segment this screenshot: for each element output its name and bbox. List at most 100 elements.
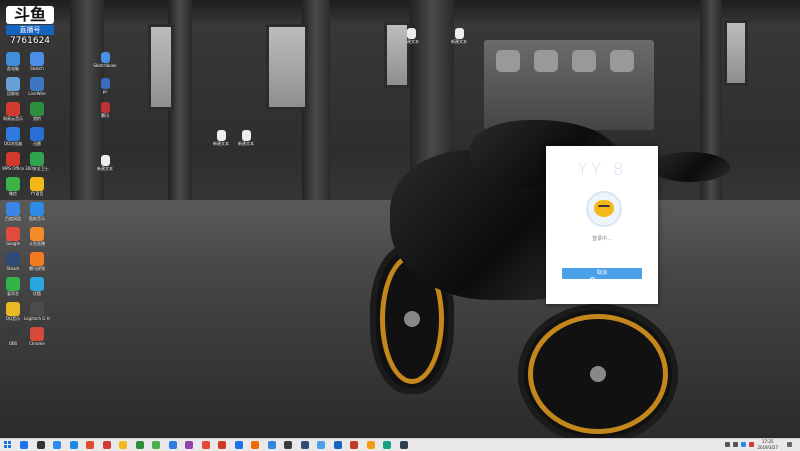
taskbar-app-icon[interactable] [333,441,342,449]
app-icon [30,202,44,216]
desktop-icon[interactable]: QQ音乐 [0,302,26,321]
taskbar-app-icon[interactable] [300,441,309,449]
app-icon [30,277,44,291]
desktop-icon[interactable]: Logitech G HUB [24,302,50,321]
taskbar-app-icon[interactable] [119,441,127,449]
taskbar-app-icon[interactable] [218,441,226,449]
desktop-icon[interactable]: 优酷 [24,277,50,296]
desktop-icon[interactable]: 猎豹 [24,102,50,121]
app-icon [30,102,44,116]
desktop-icon[interactable]: OBS [0,327,26,346]
taskbar-app-icon[interactable] [69,441,78,449]
cancel-login-button[interactable]: 取消 [562,268,642,279]
taskbar-app-icon[interactable] [152,441,160,449]
taskbar-clock[interactable]: 17:25 2019/3/27 [757,439,778,450]
desktop-icon[interactable]: 腾讯 [92,102,118,118]
desktop-icon[interactable]: ps [92,78,118,94]
desktop-icon-label: WPS Office [2,166,24,171]
desktop-icon-label: Google [5,241,21,246]
taskbar-app-icon[interactable] [102,441,111,449]
desktop-icon[interactable]: 斗鱼直播 [24,227,50,246]
mouse-cursor-icon [589,277,596,286]
desktop-icon[interactable]: 回收站 [0,77,26,96]
desktop-icon[interactable]: WPS Office [0,152,26,171]
desktop-icon[interactable]: 新建文本 [446,28,472,44]
desktop-icon[interactable]: 新建文本 [92,155,118,171]
taskbar-app-icon[interactable] [251,441,259,449]
desktop-icon-label: Sketchbook [93,63,117,68]
taskbar-app-icon[interactable] [317,441,325,449]
desktop-icon[interactable]: QQ浏览器 [0,127,26,146]
taskbar-app-icon[interactable] [53,441,61,449]
desktop-icon[interactable]: 腾讯视频 [24,252,50,271]
desktop-icon[interactable]: 新建文本 [208,130,234,146]
desktop-icon-label: 迅雷 [33,141,41,146]
desktop-icon[interactable]: Sketchbook [92,52,118,68]
tray-volume-icon[interactable] [733,442,738,447]
file-icon [100,155,110,166]
taskbar-app-icon[interactable] [36,441,45,449]
streamer-watermark: 斗鱼 直播号 7761624 [6,6,54,58]
start-button[interactable] [4,441,12,449]
clock-date: 2019/3/27 [757,444,778,450]
app-icon [6,127,20,141]
taskbar: 17:25 2019/3/27 [0,438,800,451]
desktop-icon[interactable]: Sketch [24,52,50,71]
login-status: 登录中... [592,236,612,242]
taskbar-app-icon[interactable] [185,441,193,449]
desktop-icon[interactable]: YY语音 [24,177,50,196]
taskbar-app-icon[interactable] [267,441,276,449]
file-icon [100,102,110,113]
desktop-icon[interactable]: Chrome [24,327,50,346]
app-icon [6,102,20,116]
desktop-icon[interactable]: Google [0,227,26,246]
app-icon [6,152,20,166]
app-icon [30,52,44,66]
desktop-icon[interactable]: Steam [0,252,26,271]
taskbar-app-icon[interactable] [135,441,144,449]
desktop-icon[interactable]: 360安全卫士 [24,152,50,171]
taskbar-app-icon[interactable] [20,441,28,449]
desktop-icon[interactable]: 微信 [0,177,26,196]
taskbar-app-icon[interactable] [168,441,177,449]
desktop-icon-label: 网易云音乐 [3,116,23,121]
desktop-icon[interactable]: 此电脑 [0,52,26,71]
desktop-icon[interactable]: 网易云音乐 [0,102,26,121]
taskbar-app-icon[interactable] [201,441,210,449]
tray-ime-icon[interactable] [741,442,746,447]
desktop-icon-label: OBS [8,341,18,346]
tray-app-icon[interactable] [749,442,754,447]
app-icon [30,252,44,266]
file-icon [216,130,226,141]
app-icon [6,202,20,216]
taskbar-app-icon[interactable] [234,441,243,449]
desktop-icon-label: Logitech G HUB [24,316,50,321]
notification-icon[interactable] [787,442,792,447]
taskbar-app-icon[interactable] [284,441,292,449]
desktop-icon-label: 360安全卫士 [25,166,49,171]
desktop-icon-label: 新建文本 [238,141,254,146]
desktop-icon[interactable]: 酷狗音乐 [24,202,50,221]
desktop-icon-label: 腾讯视频 [29,266,45,271]
taskbar-app-icon[interactable] [86,441,94,449]
desktop-icon[interactable]: 新建文本 [233,130,259,146]
taskbar-app-icon[interactable] [383,441,391,449]
taskbar-app-icon[interactable] [399,441,408,449]
app-icon [30,177,44,191]
taskbar-app-icon[interactable] [366,441,375,449]
file-icon [100,52,110,63]
app-icon [6,52,20,66]
desktop-icon[interactable]: 迅雷 [24,127,50,146]
taskbar-app-icon[interactable] [350,441,358,449]
app-icon [6,252,20,266]
desktop-icon[interactable]: 爱奇艺 [0,277,26,296]
desktop-icon-label: 新建文本 [97,166,113,171]
tray-network-icon[interactable] [725,442,730,447]
desktop-icon-label: 猎豹 [33,116,41,121]
desktop-icon-label: 新建文本 [213,141,229,146]
desktop-icon[interactable]: LiveWire [24,77,50,96]
desktop-icon[interactable]: 百度网盘 [0,202,26,221]
desktop-icon[interactable]: 新建文本 [398,28,424,44]
desktop-icon-label: LiveWire [28,91,46,96]
file-icon [406,28,416,39]
